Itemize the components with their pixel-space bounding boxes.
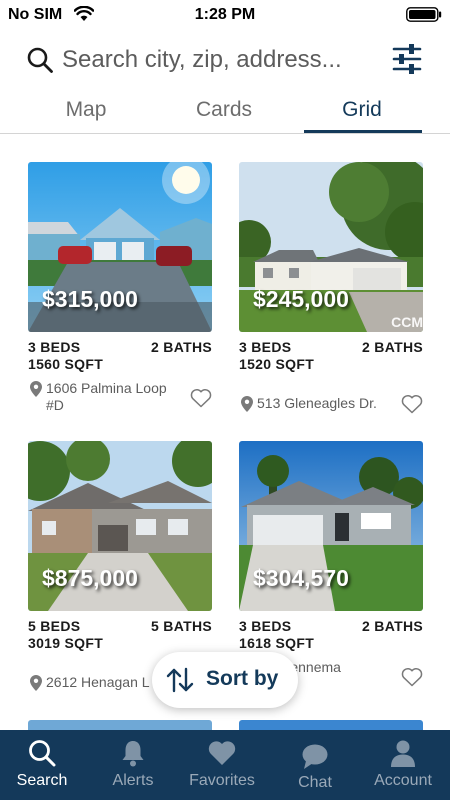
favorite-heart-icon[interactable] [401,667,423,687]
listing-price: $245,000 [253,286,349,312]
listing-photo[interactable]: $245,000 CCM [239,162,423,332]
listing-sqft: 1560 SQFT [28,356,104,372]
listing-sqft: 3019 SQFT [28,635,104,651]
tab-grid[interactable]: Grid [302,98,422,132]
listing-address: 1606 Palmina Loop #D [46,380,167,413]
nav-favorites[interactable]: Favorites [177,730,267,800]
listing-photo[interactable]: $304,570 [239,441,423,611]
heart-icon [208,741,236,765]
listing-address: Sennema [281,659,341,675]
listing-baths: 5 BATHS [151,618,212,634]
bell-icon [122,741,144,767]
listing-beds: 3 BEDS [28,339,81,355]
nav-chat[interactable]: Chat [270,730,360,800]
search-icon [27,47,53,73]
listing-baths: 2 BATHS [362,618,423,634]
battery-icon [406,7,442,22]
listing-address: 513 Gleneagles Dr. [257,395,377,411]
nav-alerts[interactable]: Alerts [88,730,178,800]
active-tab-indicator [304,130,422,133]
bottom-nav: Search Alerts Favorites Chat Account [0,730,450,800]
listing-photo[interactable] [239,720,423,730]
listing-card[interactable] [239,720,423,730]
location-pin-icon [241,396,253,412]
sort-label: Sort by [206,667,279,690]
listing-beds: 3 BEDS [239,339,292,355]
listing-card[interactable] [28,720,212,730]
listing-grid: $315,000 3 BEDS 2 BATHS 1560 SQFT 1606 P… [0,134,450,730]
listing-beds: 3 BEDS [239,618,292,634]
listing-price: $875,000 [42,565,138,591]
nav-search[interactable]: Search [0,730,87,800]
tab-map[interactable]: Map [26,98,146,132]
listing-card[interactable]: $245,000 CCM 3 BEDS 2 BATHS 1520 SQFT 51… [239,162,423,432]
status-bar: No SIM 1:28 PM [0,0,450,30]
nav-label: Account [374,772,432,789]
listing-price: $315,000 [42,286,138,312]
nav-account[interactable]: Account [358,730,448,800]
favorite-heart-icon[interactable] [401,394,423,414]
listing-sqft: 1618 SQFT [239,635,315,651]
listing-baths: 2 BATHS [151,339,212,355]
search-icon [29,740,56,767]
favorite-heart-icon[interactable] [190,388,212,408]
clock: 1:28 PM [194,6,256,23]
search-input[interactable] [62,44,382,76]
location-pin-icon [30,381,42,397]
sort-arrows-icon [166,667,194,693]
chat-icon [302,744,328,769]
photo-watermark: CCM [391,314,423,330]
listing-price: $304,570 [253,565,349,591]
listing-sqft: 1520 SQFT [239,356,315,372]
sort-button[interactable]: Sort by [152,652,298,708]
listing-photo[interactable]: $315,000 [28,162,212,332]
listing-baths: 2 BATHS [362,339,423,355]
listing-photo[interactable] [28,720,212,730]
view-tabs: Map Cards Grid [0,92,450,134]
search-bar [0,38,450,84]
user-icon [391,740,415,767]
listing-card[interactable]: $315,000 3 BEDS 2 BATHS 1560 SQFT 1606 P… [28,162,212,432]
location-pin-icon [30,675,42,691]
listing-beds: 5 BEDS [28,618,81,634]
tab-cards[interactable]: Cards [164,98,284,132]
listing-photo[interactable]: $875,000 [28,441,212,611]
filter-sliders-icon[interactable] [392,42,422,76]
